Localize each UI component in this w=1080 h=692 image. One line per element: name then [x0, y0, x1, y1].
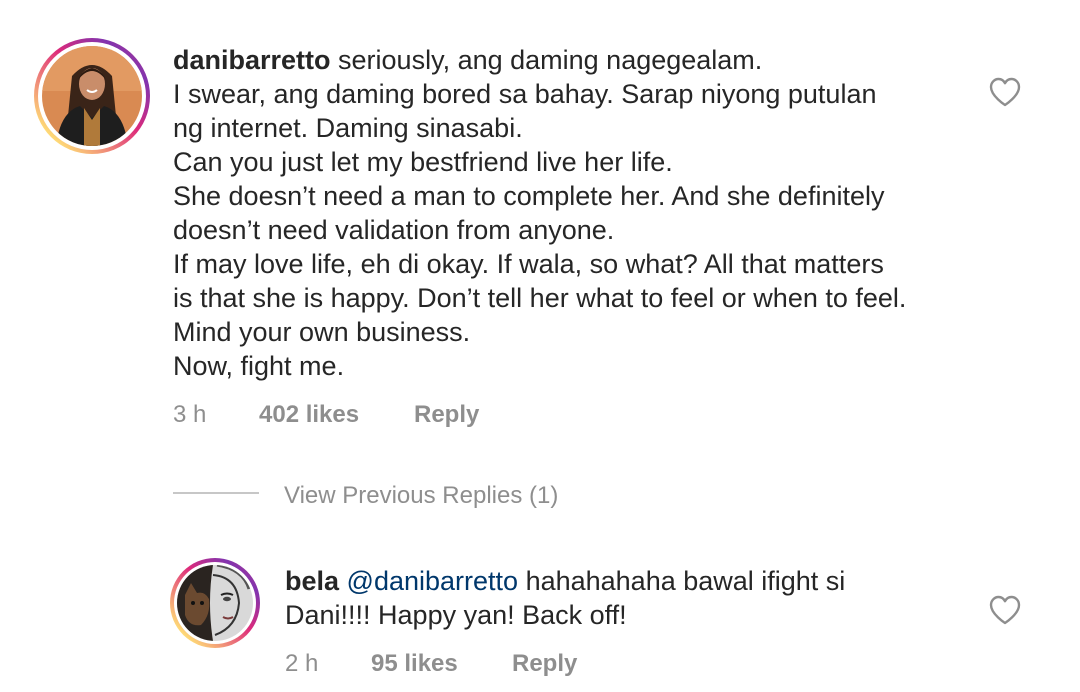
like-heart-icon[interactable] [988, 594, 1022, 626]
comment-username[interactable]: danibarretto [173, 45, 331, 75]
comment-line: I swear, ang daming bored sa bahay. Sara… [173, 79, 877, 109]
reply-username[interactable]: bela [285, 566, 339, 596]
comment-timestamp: 3 h [173, 401, 207, 428]
reply-timestamp: 2 h [285, 650, 319, 677]
comment-line: ng internet. Daming sinasabi. [173, 113, 523, 143]
comment-line: She doesn’t need a man to complete her. … [173, 181, 885, 211]
view-previous-replies-button[interactable]: View Previous Replies (1) [284, 482, 558, 510]
replies-divider [173, 492, 259, 494]
comment-line: doesn’t need validation from anyone. [173, 215, 615, 245]
comment-likes-count[interactable]: 402 likes [259, 401, 359, 429]
avatar-bela[interactable] [177, 565, 253, 641]
reply-text: bela @danibarretto hahahahaha bawal ifig… [285, 564, 945, 632]
reply-button[interactable]: Reply [414, 401, 479, 429]
like-heart-icon[interactable] [988, 76, 1022, 108]
avatar-danibarretto[interactable] [42, 46, 142, 146]
reply-line: hahahahaha bawal ifight si [518, 566, 846, 596]
reply-first-line: bela @danibarretto hahahahaha bawal ifig… [285, 564, 945, 598]
comment-line: seriously, ang daming nagegealam. [330, 45, 763, 75]
comment-line: is that she is happy. Don’t tell her wha… [173, 283, 907, 313]
reply-button[interactable]: Reply [512, 650, 577, 678]
comment-line: Mind your own business. [173, 317, 471, 347]
comment-line: Can you just let my bestfriend live her … [173, 147, 673, 177]
reply-likes-count[interactable]: 95 likes [371, 650, 458, 678]
comment-line: Now, fight me. [173, 351, 345, 381]
comment-first-line: danibarretto seriously, ang daming nageg… [173, 43, 973, 77]
reply-line: Dani!!!! Happy yan! Back off! [285, 600, 627, 630]
comment-text: danibarretto seriously, ang daming nageg… [173, 43, 973, 383]
comment-line: If may love life, eh di okay. If wala, s… [173, 249, 884, 279]
mention-link[interactable]: @danibarretto [347, 566, 519, 596]
